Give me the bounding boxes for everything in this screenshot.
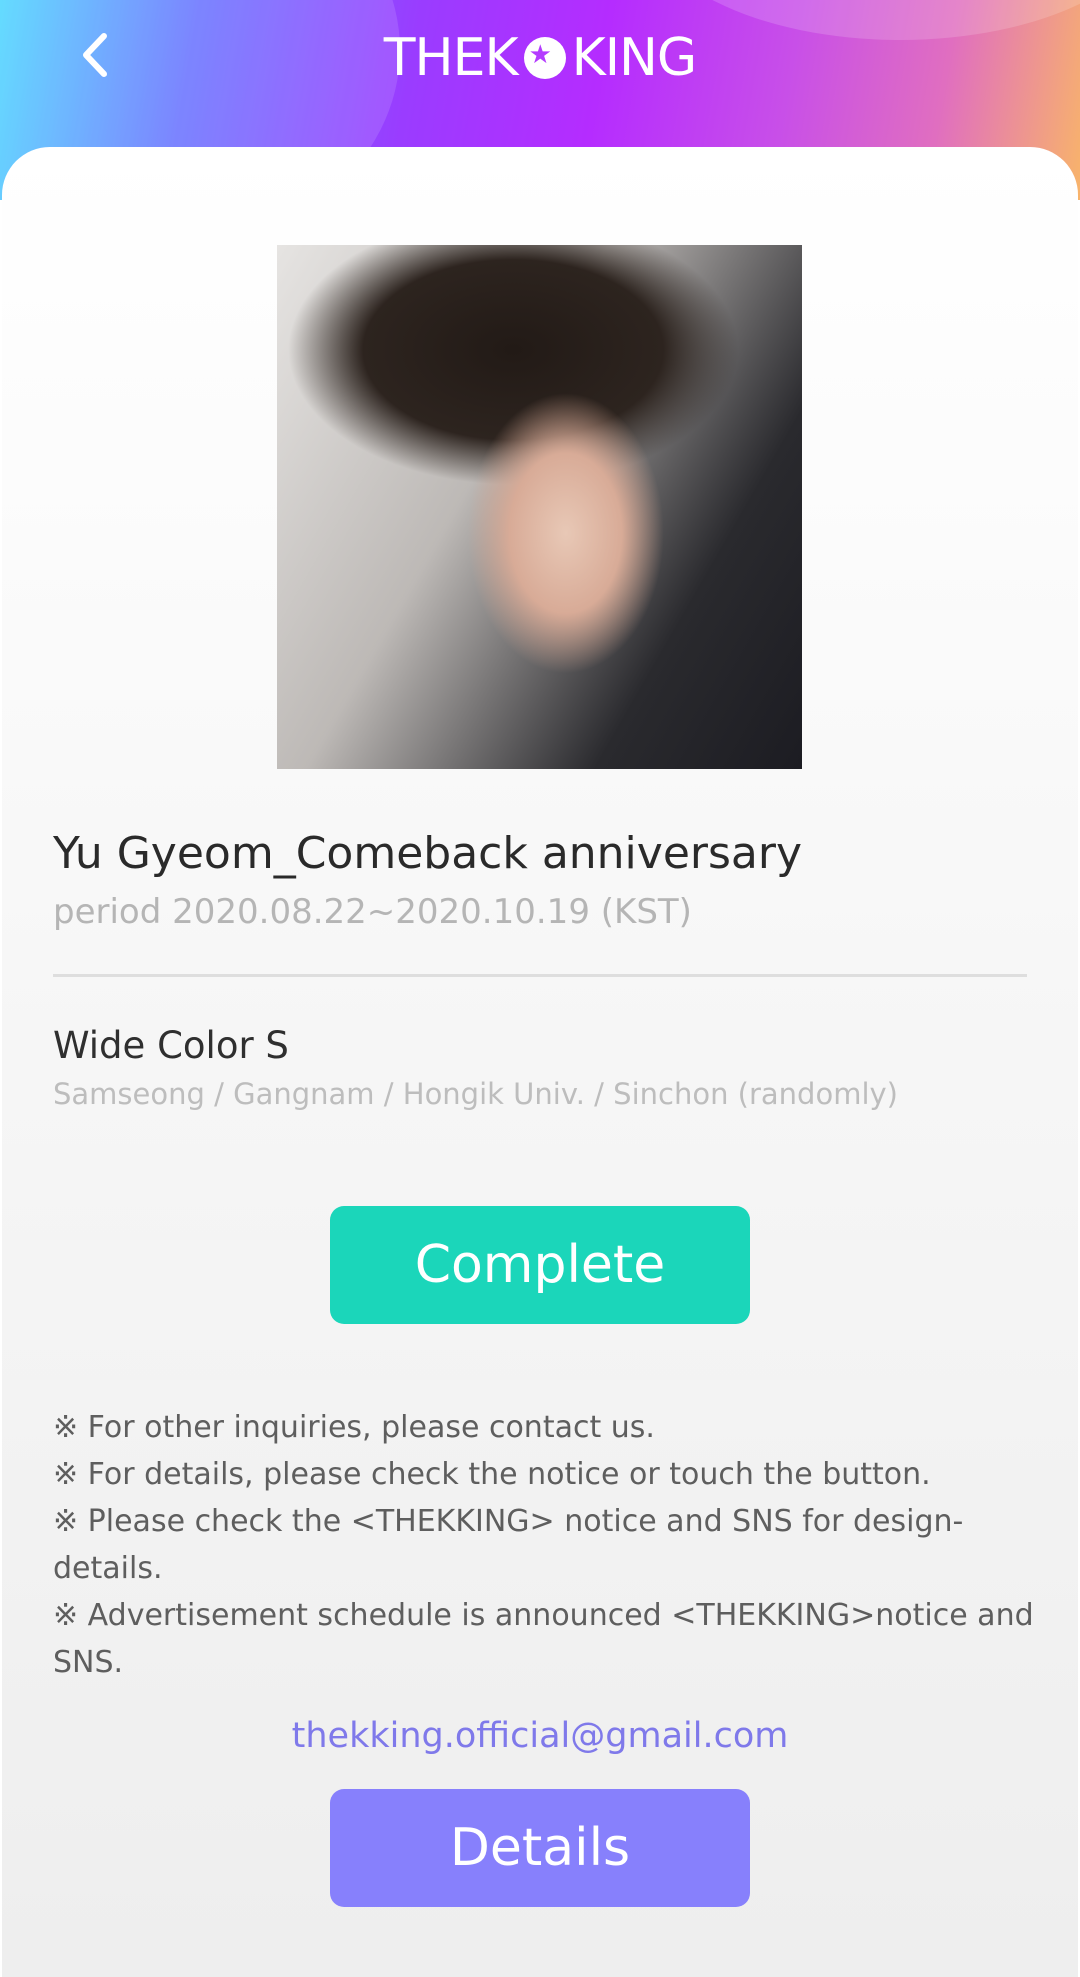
artist-photo xyxy=(277,245,802,769)
contact-email-link[interactable]: thekking.official@gmail.com xyxy=(0,1716,1080,1756)
campaign-period: period 2020.08.22~2020.10.19 (KST) xyxy=(53,892,692,932)
logo-text-right: KING xyxy=(571,28,698,88)
complete-button[interactable]: Complete xyxy=(330,1206,750,1324)
ad-option-locations: Samseong / Gangnam / Hongik Univ. / Sinc… xyxy=(53,1077,898,1111)
divider xyxy=(53,974,1027,977)
logo-text-left: THEK xyxy=(383,28,519,88)
notice-item: ※ Please check the <THEKKING> notice and… xyxy=(53,1504,964,1586)
logo-crown-icon xyxy=(523,37,566,79)
notice-item: ※ For other inquiries, please contact us… xyxy=(53,1410,655,1445)
details-button[interactable]: Details xyxy=(330,1789,750,1907)
ad-option-name: Wide Color S xyxy=(53,1024,289,1067)
app-logo: THEK KING xyxy=(0,28,1080,88)
notice-item: ※ Advertisement schedule is announced <T… xyxy=(53,1598,1034,1680)
campaign-title: Yu Gyeom_Comeback anniversary xyxy=(53,828,802,879)
notice-item: ※ For details, please check the notice o… xyxy=(53,1457,931,1492)
notice-list: ※ For other inquiries, please contact us… xyxy=(53,1404,1043,1686)
